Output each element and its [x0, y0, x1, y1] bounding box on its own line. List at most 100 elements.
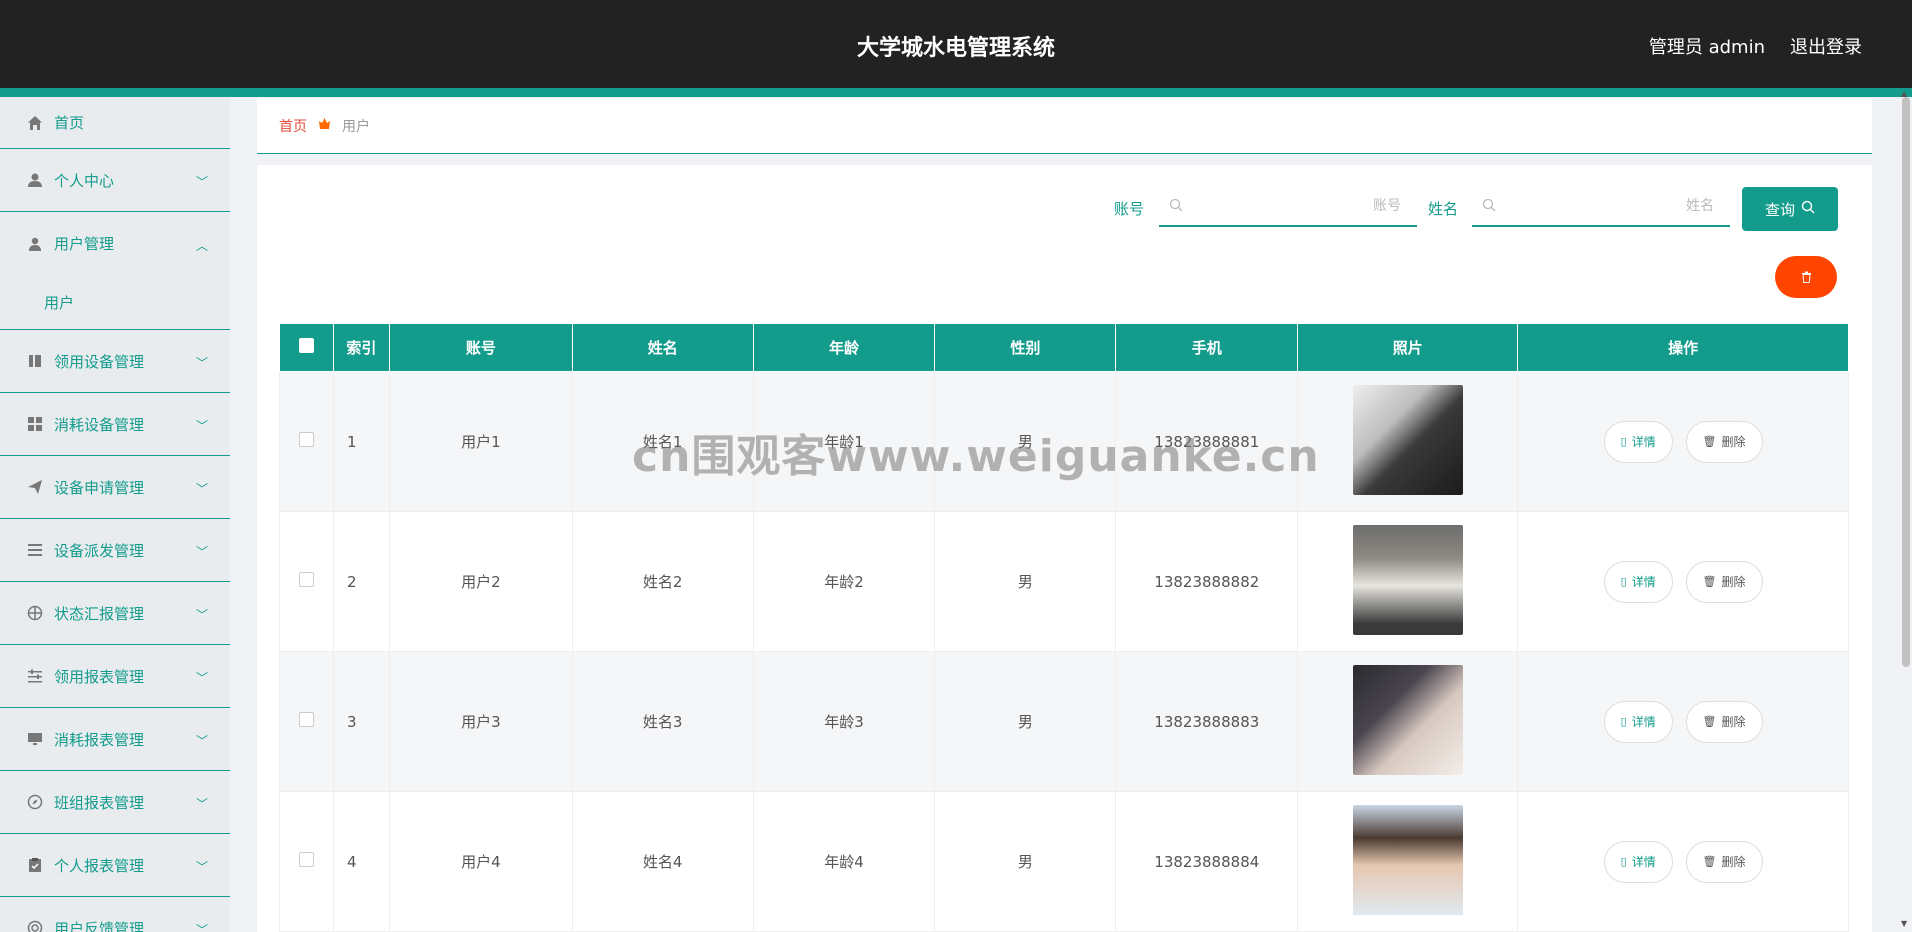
- phone-cell: 13823888884: [1115, 791, 1299, 932]
- sidebar-item-consumption-report[interactable]: 消耗报表管理 ﹀: [0, 708, 230, 771]
- delete-button[interactable]: 🗑 删除: [1685, 700, 1763, 743]
- table-row: 2 用户2 姓名2 年龄2 男 13823888882 ▯ 详情 🗑 删除: [279, 511, 1849, 652]
- monitor-icon: [26, 730, 44, 748]
- user-icon: [26, 171, 44, 189]
- account-cell: 用户2: [388, 511, 573, 652]
- sidebar-item-user-management[interactable]: 用户管理 ︿: [0, 212, 230, 275]
- sidebar-item-personal-report[interactable]: 个人报表管理 ﹀: [0, 834, 230, 897]
- query-button-label: 查询: [1764, 200, 1795, 219]
- account-search-field[interactable]: [1159, 187, 1417, 227]
- account-cell: 用户1: [388, 371, 573, 512]
- sidebar-item-team-report[interactable]: 班组报表管理 ﹀: [0, 771, 230, 834]
- table-header-row: 索引 账号 姓名 年龄 性别 手机 照片 操作: [279, 323, 1849, 372]
- sidebar-item-equipment-application[interactable]: 设备申请管理 ﹀: [0, 456, 230, 519]
- sliders-icon: [26, 667, 44, 685]
- sidebar-item-label: 个人中心: [54, 171, 115, 190]
- row-checkbox[interactable]: [298, 852, 314, 867]
- sidebar-item-label: 领用报表管理: [54, 667, 145, 686]
- scroll-down-icon[interactable]: ▼: [1901, 919, 1909, 928]
- document-icon: ▯: [1620, 575, 1627, 588]
- name-search-label: 姓名: [1428, 200, 1459, 218]
- table-row: 4 用户4 姓名4 年龄4 男 13823888884 ▯ 详情 🗑 删除: [279, 791, 1849, 932]
- sidebar-item-label: 个人报表管理: [54, 856, 145, 875]
- sidebar-item-status-report[interactable]: 状态汇报管理 ﹀: [0, 582, 230, 645]
- phone-cell: 13823888881: [1115, 371, 1299, 512]
- table-row: 3 用户3 姓名3 年龄3 男 13823888883 ▯ 详情 🗑 删除: [279, 651, 1849, 792]
- chevron-down-icon: ﹀: [195, 482, 208, 496]
- chevron-down-icon: ﹀: [195, 175, 208, 189]
- sidebar-item-equipment-dispatch[interactable]: 设备派发管理 ﹀: [0, 519, 230, 582]
- sidebar-item-borrow-equipment[interactable]: 领用设备管理 ﹀: [0, 330, 230, 393]
- sidebar-item-label: 首页: [54, 114, 85, 132]
- document-icon: ▯: [1620, 855, 1627, 868]
- account-cell: 用户3: [388, 651, 573, 792]
- sidebar-item-consumable-equipment[interactable]: 消耗设备管理 ﹀: [0, 393, 230, 456]
- sidebar-item-home[interactable]: 首页: [0, 97, 230, 149]
- column-header: 姓名: [571, 323, 754, 372]
- column-header: 年龄: [752, 323, 936, 372]
- row-select-cell: [279, 791, 334, 932]
- column-header: 索引: [332, 323, 390, 372]
- delete-button[interactable]: 🗑 删除: [1685, 420, 1763, 463]
- row-select-cell: [279, 511, 334, 652]
- user-photo: [1352, 804, 1463, 915]
- logout-button[interactable]: 退出登录: [1790, 33, 1862, 59]
- trash-icon: 🗑: [1702, 855, 1717, 868]
- compass-icon: [26, 793, 44, 811]
- name-search-field[interactable]: [1472, 187, 1730, 227]
- sidebar-item-user-feedback[interactable]: 用户反馈管理 ﹀: [0, 897, 230, 932]
- row-checkbox[interactable]: [298, 572, 314, 587]
- search-icon: [1169, 197, 1183, 216]
- trash-icon: 🗑: [1702, 435, 1717, 448]
- sidebar-item-label: 设备派发管理: [54, 541, 145, 560]
- sidebar-item-label: 班组报表管理: [54, 793, 145, 812]
- actions-cell: ▯ 详情 🗑 删除: [1517, 371, 1849, 512]
- column-header: 操作: [1517, 323, 1849, 372]
- chevron-down-icon: ﹀: [195, 671, 208, 685]
- actions-cell: ▯ 详情 🗑 删除: [1517, 511, 1849, 652]
- row-select-cell: [279, 371, 334, 512]
- name-search-input[interactable]: [1496, 198, 1730, 214]
- user-photo: [1352, 664, 1463, 775]
- detail-button[interactable]: ▯ 详情: [1603, 420, 1673, 463]
- target-icon: [26, 604, 44, 622]
- detail-button[interactable]: ▯ 详情: [1603, 560, 1673, 603]
- sidebar-item-borrow-report[interactable]: 领用报表管理 ﹀: [0, 645, 230, 708]
- sidebar-item-label: 状态汇报管理: [54, 604, 145, 623]
- index-cell: 2: [332, 511, 390, 652]
- row-checkbox[interactable]: [298, 712, 314, 727]
- phone-cell: 13823888883: [1115, 651, 1299, 792]
- grid-icon: [26, 415, 44, 433]
- detail-button[interactable]: ▯ 详情: [1603, 840, 1673, 883]
- select-all-checkbox[interactable]: [298, 338, 314, 353]
- detail-button-label: 详情: [1631, 855, 1656, 869]
- batch-delete-button[interactable]: [1775, 256, 1837, 298]
- sidebar-item-label: 用户管理: [54, 235, 115, 253]
- actions-cell: ▯ 详情 🗑 删除: [1517, 791, 1849, 932]
- row-checkbox[interactable]: [298, 432, 314, 447]
- user-table: 索引 账号 姓名 年龄 性别 手机 照片 操作 1 用户1 姓名1 年龄1 男 …: [279, 323, 1849, 932]
- index-cell: 4: [332, 791, 390, 932]
- trash-icon: 🗑: [1702, 575, 1717, 588]
- bookmark-icon: [26, 352, 44, 370]
- vertical-scrollbar[interactable]: [1902, 97, 1910, 667]
- chevron-down-icon: ﹀: [195, 923, 208, 932]
- account-search-input[interactable]: [1183, 198, 1417, 214]
- clipboard-icon: [26, 856, 44, 874]
- document-icon: ▯: [1620, 715, 1627, 728]
- sidebar-subitem-user[interactable]: 用户: [0, 275, 230, 330]
- phone-cell: 13823888882: [1115, 511, 1299, 652]
- detail-button-label: 详情: [1631, 715, 1656, 729]
- top-header: 大学城水电管理系统 管理员 admin 退出登录: [0, 0, 1912, 88]
- detail-button[interactable]: ▯ 详情: [1603, 700, 1673, 743]
- query-button[interactable]: 查询: [1742, 187, 1838, 231]
- breadcrumb-current: 用户: [342, 118, 370, 135]
- breadcrumb-home-link[interactable]: 首页: [279, 116, 307, 136]
- delete-button-label: 删除: [1721, 855, 1746, 869]
- delete-button[interactable]: 🗑 删除: [1685, 840, 1763, 883]
- delete-button[interactable]: 🗑 删除: [1685, 560, 1763, 603]
- age-cell: 年龄2: [752, 511, 936, 652]
- home-icon: [26, 114, 44, 132]
- sidebar-item-personal-center[interactable]: 个人中心 ﹀: [0, 149, 230, 212]
- gender-cell: 男: [934, 371, 1117, 512]
